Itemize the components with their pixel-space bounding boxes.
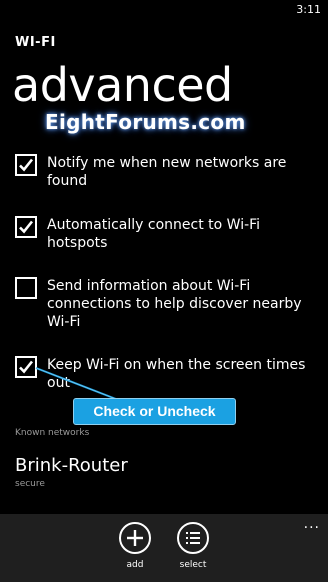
add-label: add bbox=[126, 560, 144, 570]
add-button[interactable]: add bbox=[110, 522, 160, 570]
select-button[interactable]: select bbox=[168, 522, 218, 570]
network-name: Brink-Router bbox=[15, 455, 128, 476]
callout-pointer bbox=[35, 367, 117, 400]
known-networks-heading: Known networks bbox=[15, 428, 90, 438]
select-label: select bbox=[179, 560, 207, 570]
more-options-button[interactable]: ... bbox=[304, 517, 320, 531]
network-item-brink-router[interactable]: Brink-Router secure bbox=[15, 455, 128, 489]
plus-icon bbox=[119, 522, 151, 554]
app-bar: ... add select bbox=[0, 514, 328, 582]
callout-check-or-uncheck: Check or Uncheck bbox=[73, 398, 236, 425]
network-status: secure bbox=[15, 479, 45, 489]
list-select-icon bbox=[177, 522, 209, 554]
